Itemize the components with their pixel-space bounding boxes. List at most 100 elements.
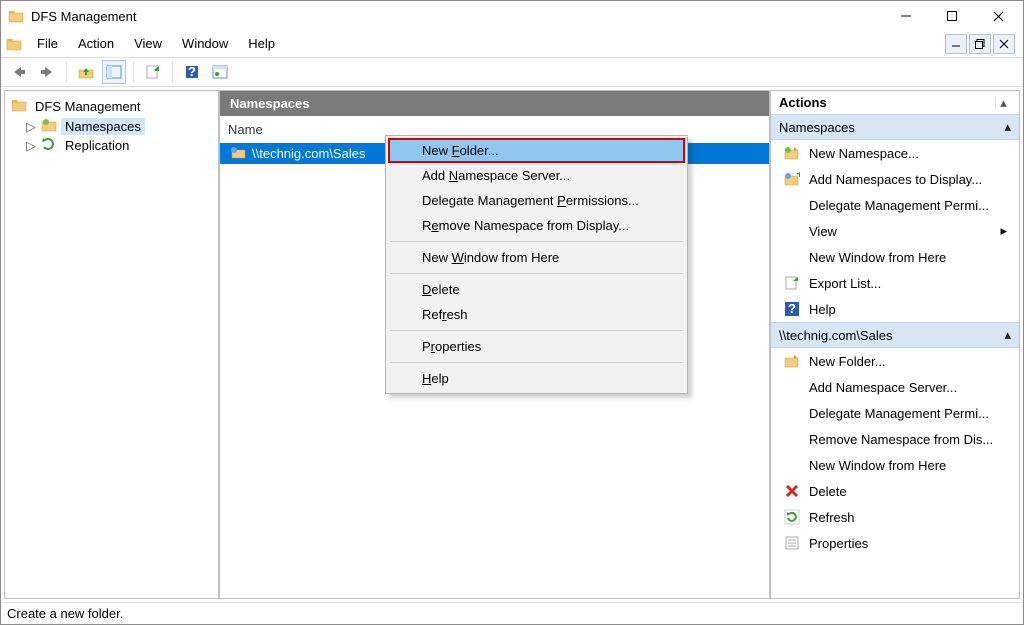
blank-icon: [783, 457, 801, 473]
action-new-window-2[interactable]: New Window from Here: [771, 452, 1019, 478]
action-new-window[interactable]: New Window from Here: [771, 244, 1019, 270]
section-selected-namespace[interactable]: \\technig.com\Sales ▴: [771, 322, 1019, 348]
action-label: New Namespace...: [809, 146, 1007, 161]
close-button[interactable]: [975, 1, 1021, 31]
properties-icon: [783, 535, 801, 551]
list-item-label: \\technig.com\Sales: [252, 146, 365, 161]
blank-icon: [783, 249, 801, 265]
action-label: New Window from Here: [809, 250, 1007, 265]
action-refresh[interactable]: Refresh: [771, 504, 1019, 530]
status-text: Create a new folder.: [7, 606, 123, 621]
tree-pane: DFS Management ▷ Namespaces ▷ Replicatio…: [4, 90, 219, 599]
chevron-up-icon: ▴: [1004, 119, 1011, 135]
title-bar: DFS Management: [1, 1, 1023, 31]
namespace-icon: [41, 118, 57, 135]
menu-window[interactable]: Window: [172, 33, 238, 54]
ctx-refresh[interactable]: Refresh: [388, 302, 685, 327]
up-folder-button[interactable]: [74, 60, 98, 84]
replication-icon: [41, 137, 57, 154]
menu-help[interactable]: Help: [238, 33, 285, 54]
maximize-button[interactable]: [929, 1, 975, 31]
mdi-minimize-button[interactable]: [945, 34, 967, 54]
ctx-help[interactable]: Help: [388, 366, 685, 391]
center-pane: Namespaces Name \\technig.com\Sales New …: [219, 90, 770, 599]
show-hide-tree-button[interactable]: [102, 60, 126, 84]
ctx-remove-namespace[interactable]: Remove Namespace from Display...: [388, 213, 685, 238]
actions-header: Actions ▴: [771, 91, 1019, 114]
new-namespace-icon: [783, 145, 801, 161]
action-new-namespace[interactable]: New Namespace...: [771, 140, 1019, 166]
scroll-up-icon[interactable]: ▴: [995, 96, 1011, 110]
tree-label: Namespaces: [61, 118, 145, 135]
window-controls: [883, 1, 1021, 31]
action-label: Delegate Management Permi...: [809, 198, 1007, 213]
ctx-separator: [390, 362, 683, 363]
window-title: DFS Management: [31, 9, 883, 24]
tree-label: Replication: [61, 137, 133, 154]
back-button[interactable]: [7, 60, 31, 84]
action-label: New Window from Here: [809, 458, 1007, 473]
actions-title: Actions: [779, 95, 995, 110]
section-label: \\technig.com\Sales: [779, 328, 1004, 343]
action-view[interactable]: View ▸: [771, 218, 1019, 244]
ctx-new-folder[interactable]: New Folder...: [388, 138, 685, 163]
minimize-button[interactable]: [883, 1, 929, 31]
mdi-controls: [945, 34, 1019, 54]
toolbar-separator: [133, 62, 134, 82]
ctx-separator: [390, 330, 683, 331]
action-add-namespaces-display[interactable]: + Add Namespaces to Display...: [771, 166, 1019, 192]
ctx-delegate-permissions[interactable]: Delegate Management Permissions...: [388, 188, 685, 213]
action-delete[interactable]: Delete: [771, 478, 1019, 504]
action-properties[interactable]: Properties: [771, 530, 1019, 556]
action-label: New Folder...: [809, 354, 1007, 369]
action-label: Add Namespaces to Display...: [809, 172, 1007, 187]
toolbar-button[interactable]: [208, 60, 232, 84]
toolbar-separator: [172, 62, 173, 82]
export-button[interactable]: [141, 60, 165, 84]
toolbar-separator: [66, 62, 67, 82]
export-icon: [783, 275, 801, 291]
expand-icon[interactable]: ▷: [25, 138, 37, 154]
new-folder-icon: [783, 353, 801, 369]
refresh-icon: [783, 509, 801, 525]
chevron-up-icon: ▴: [1004, 327, 1011, 343]
action-new-folder[interactable]: New Folder...: [771, 348, 1019, 374]
body: DFS Management ▷ Namespaces ▷ Replicatio…: [1, 87, 1023, 602]
menu-view[interactable]: View: [124, 33, 172, 54]
delete-icon: [783, 483, 801, 499]
blank-icon: [783, 223, 801, 239]
mdi-close-button[interactable]: [993, 34, 1015, 54]
menu-action[interactable]: Action: [68, 33, 124, 54]
blank-icon: [783, 431, 801, 447]
ctx-delete[interactable]: Delete: [388, 277, 685, 302]
action-remove-namespace[interactable]: Remove Namespace from Dis...: [771, 426, 1019, 452]
action-label: Export List...: [809, 276, 1007, 291]
ctx-properties[interactable]: Properties: [388, 334, 685, 359]
action-label: Delegate Management Permi...: [809, 406, 1007, 421]
folder-icon: [11, 98, 27, 115]
ctx-new-window[interactable]: New Window from Here: [388, 245, 685, 270]
svg-text:?: ?: [188, 64, 196, 79]
window-root: DFS Management File Action View Window H…: [0, 0, 1024, 625]
tree-root-dfs[interactable]: DFS Management: [11, 96, 212, 117]
action-add-namespace-server[interactable]: Add Namespace Server...: [771, 374, 1019, 400]
action-label: Delete: [809, 484, 1007, 499]
action-help[interactable]: ? Help: [771, 296, 1019, 322]
forward-button[interactable]: [35, 60, 59, 84]
expand-icon[interactable]: ▷: [25, 119, 37, 135]
action-delegate-permissions-2[interactable]: Delegate Management Permi...: [771, 400, 1019, 426]
svg-text:+: +: [796, 172, 800, 181]
ctx-separator: [390, 273, 683, 274]
help-button[interactable]: ?: [180, 60, 204, 84]
action-label: Help: [809, 302, 1007, 317]
app-icon: [7, 7, 25, 25]
action-label: Add Namespace Server...: [809, 380, 1007, 395]
mdi-restore-button[interactable]: [969, 34, 991, 54]
menu-file[interactable]: File: [27, 33, 68, 54]
section-namespaces[interactable]: Namespaces ▴: [771, 114, 1019, 140]
ctx-add-namespace-server[interactable]: Add Namespace Server...: [388, 163, 685, 188]
action-export-list[interactable]: Export List...: [771, 270, 1019, 296]
tree-replication[interactable]: ▷ Replication: [11, 136, 212, 155]
action-delegate-permissions[interactable]: Delegate Management Permi...: [771, 192, 1019, 218]
tree-namespaces[interactable]: ▷ Namespaces: [11, 117, 212, 136]
